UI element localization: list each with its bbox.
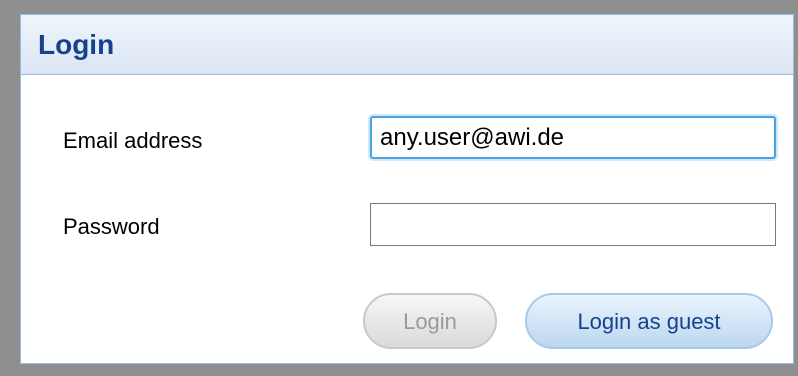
login-button[interactable]: Login xyxy=(363,293,497,349)
dialog-title-bar: Login xyxy=(21,15,793,75)
password-label: Password xyxy=(63,214,160,239)
password-field[interactable] xyxy=(370,203,776,246)
login-as-guest-button[interactable]: Login as guest xyxy=(525,293,773,349)
email-label: Email address xyxy=(63,128,203,153)
login-dialog: Login Email address Password Login Login… xyxy=(20,14,794,364)
dialog-title: Login xyxy=(38,29,115,60)
email-field[interactable] xyxy=(370,116,776,159)
